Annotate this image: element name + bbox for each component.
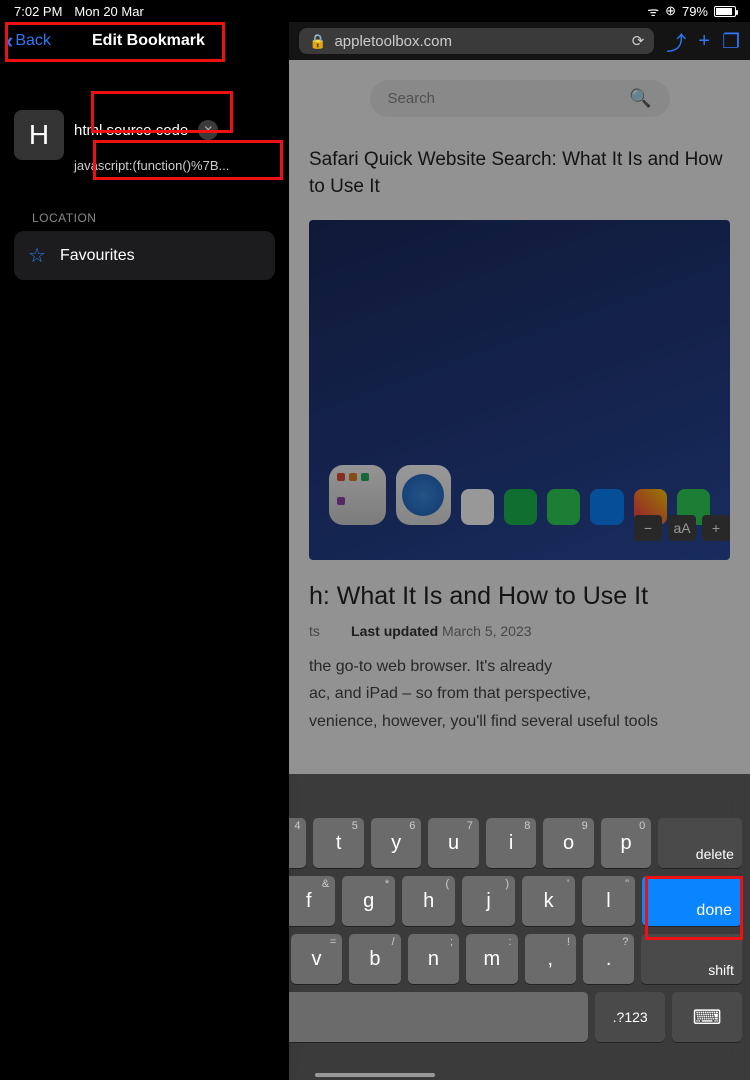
key-k[interactable]: 'k xyxy=(522,876,575,926)
key-u[interactable]: 7u xyxy=(428,818,478,868)
key-m[interactable]: :m xyxy=(466,934,517,984)
share-icon[interactable]: ⤴ xyxy=(666,27,686,56)
text-larger-button[interactable]: + xyxy=(702,515,730,541)
key-dismiss[interactable]: ⌨ xyxy=(672,992,742,1042)
text-smaller-button[interactable]: − xyxy=(634,515,662,541)
domain-text: appletoolbox.com xyxy=(334,33,452,50)
key-delete[interactable]: delete xyxy=(658,818,742,868)
key-i[interactable]: 8i xyxy=(486,818,536,868)
dock-mail-icon xyxy=(590,489,623,525)
clear-name-button[interactable]: ✕ xyxy=(198,120,218,140)
battery-icon xyxy=(714,6,736,17)
battery-percent: 79% xyxy=(682,4,708,19)
browser-toolbar: 🔒 appletoolbox.com ⟳ ⤴ + ❐ xyxy=(289,22,750,60)
new-tab-icon[interactable]: + xyxy=(698,30,710,53)
article-title: h: What It Is and How to Use It xyxy=(309,582,730,611)
dock-safari-icon xyxy=(396,465,451,525)
bookmark-url-input[interactable]: javascript:(function()%7B... xyxy=(74,150,275,181)
key-n[interactable]: ;n xyxy=(408,934,459,984)
location-section-label: LOCATION xyxy=(32,211,275,225)
breadcrumb-title: Safari Quick Website Search: What It Is … xyxy=(309,147,730,200)
status-date: Mon 20 Mar xyxy=(74,4,143,19)
tabs-icon[interactable]: ❐ xyxy=(722,29,740,54)
status-bar: 7:02 PM Mon 20 Mar ᯤ ⊕ 79% xyxy=(0,0,750,22)
location-row[interactable]: ☆ Favourites xyxy=(14,231,275,280)
search-placeholder: Search xyxy=(388,90,436,107)
wifi-icon: ᯤ xyxy=(647,2,659,20)
sidebar-title: Edit Bookmark xyxy=(92,32,205,50)
star-icon: ☆ xyxy=(28,243,46,268)
bookmark-favicon: H xyxy=(14,110,64,160)
reload-icon[interactable]: ⟳ xyxy=(632,32,645,50)
key-space[interactable] xyxy=(239,992,589,1042)
text-size-controls: − aA + xyxy=(634,515,730,541)
site-search-input[interactable]: Search 🔍 xyxy=(370,80,670,117)
hero-image xyxy=(309,220,730,560)
url-bar[interactable]: 🔒 appletoolbox.com ⟳ xyxy=(299,28,654,54)
key-g[interactable]: *g xyxy=(342,876,395,926)
key-v[interactable]: =v xyxy=(291,934,342,984)
key-t[interactable]: 5t xyxy=(313,818,363,868)
status-time: 7:02 PM xyxy=(14,4,62,19)
key-shift-right[interactable]: shift xyxy=(641,934,742,984)
key-done[interactable]: done xyxy=(642,876,742,926)
key-f[interactable]: &f xyxy=(282,876,335,926)
key-o[interactable]: 9o xyxy=(543,818,593,868)
dock-spotify-icon xyxy=(504,489,537,525)
search-icon: 🔍 xyxy=(629,88,651,109)
key-.[interactable]: ?. xyxy=(583,934,634,984)
dock-messages-icon xyxy=(547,489,580,525)
key-y[interactable]: 6y xyxy=(371,818,421,868)
back-button[interactable]: ‹ Back xyxy=(6,28,51,54)
key-,[interactable]: !, xyxy=(525,934,576,984)
lock-icon: 🔒 xyxy=(309,33,326,50)
bookmark-name-input[interactable]: html source code xyxy=(74,122,188,139)
edit-bookmark-sidebar: ‹ Back Edit Bookmark H html source code … xyxy=(0,22,289,1080)
dock-chrome-icon xyxy=(461,489,494,525)
key-b[interactable]: /b xyxy=(349,934,400,984)
article-body: the go-to web browser. It's already ac, … xyxy=(309,653,730,735)
article-byline: ts Last updated March 5, 2023 xyxy=(309,623,730,639)
key-h[interactable]: (h xyxy=(402,876,455,926)
location-value: Favourites xyxy=(60,247,135,265)
key-j[interactable]: )j xyxy=(462,876,515,926)
home-indicator[interactable] xyxy=(315,1073,435,1077)
chevron-left-icon: ‹ xyxy=(6,28,13,54)
key-p[interactable]: 0p xyxy=(601,818,651,868)
orientation-lock-icon: ⊕ xyxy=(665,3,676,19)
dock-launchpad-icon xyxy=(329,465,386,525)
text-size-indicator[interactable]: aA xyxy=(668,515,696,541)
key-numbers-right[interactable]: .?123 xyxy=(595,992,665,1042)
key-l[interactable]: "l xyxy=(582,876,635,926)
back-label: Back xyxy=(15,32,51,50)
